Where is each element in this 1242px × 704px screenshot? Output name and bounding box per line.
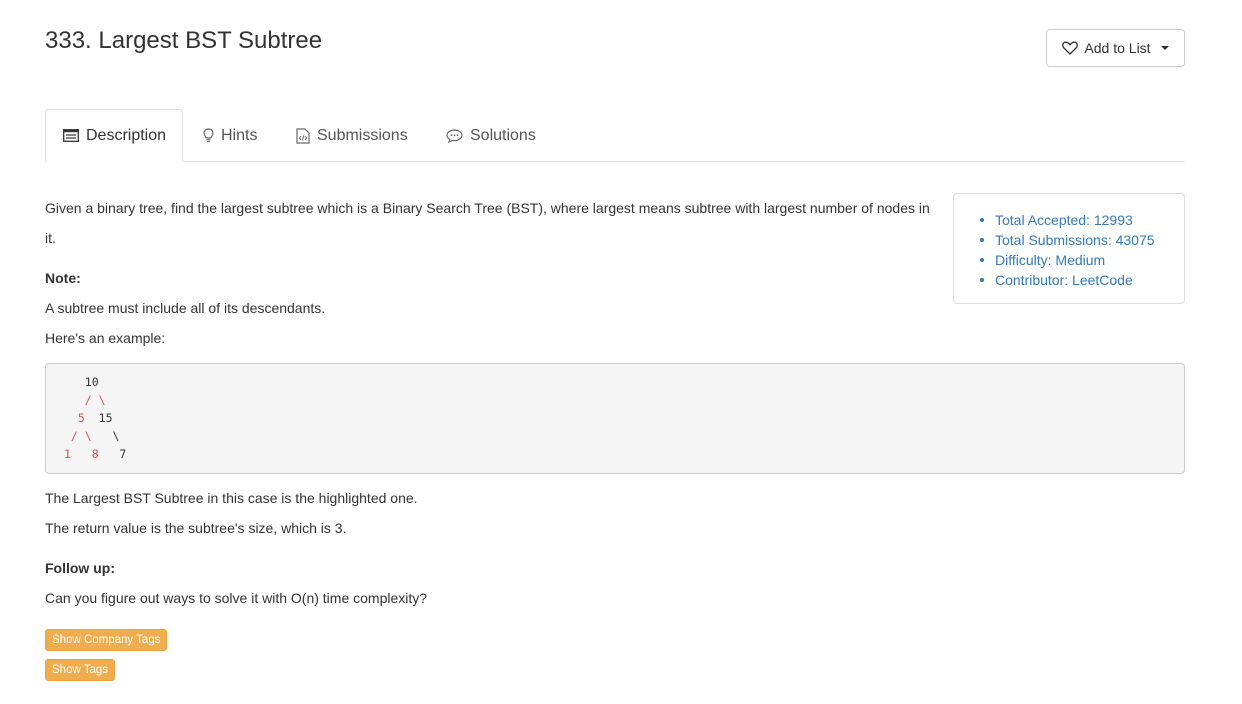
show-tags-button[interactable]: Show Tags — [45, 659, 116, 681]
intro-line-1: Given a binary tree, find the largest su… — [45, 200, 930, 216]
tree-line: / \ \ — [64, 427, 1184, 445]
show-company-tags-button[interactable]: Show Company Tags — [45, 629, 168, 651]
problem-followup: The Largest BST Subtree in this case is … — [45, 483, 945, 613]
tree-text: 7 — [98, 447, 127, 461]
tree-line: 10 — [64, 375, 99, 389]
lightbulb-icon — [203, 128, 214, 143]
tab-label: Solutions — [470, 126, 536, 144]
tree-text: \ — [91, 429, 120, 443]
list-icon — [63, 129, 79, 142]
tree-line: 1 8 7 — [64, 445, 1184, 463]
example-tree-code: 10 / \ 5 15 / \ \ 1 8 7 — [45, 363, 1185, 474]
stats-panel: Total Accepted: 12993 Total Submissions:… — [953, 193, 1185, 304]
tree-line: 5 15 — [64, 409, 1184, 427]
total-submissions: Total Submissions: 43075 — [978, 230, 1184, 250]
tab-label: Description — [86, 126, 167, 144]
tab-description[interactable]: Description — [45, 109, 183, 162]
tree-text: 15 — [84, 411, 113, 425]
chat-bubble-icon — [446, 128, 463, 143]
tree-node-highlight: 8 — [70, 447, 99, 461]
add-to-list-button[interactable]: Add to List — [1046, 29, 1185, 67]
difficulty: Difficulty: Medium — [978, 250, 1184, 270]
followup-label: Follow up: — [45, 560, 115, 576]
note-label: Note: — [45, 270, 81, 286]
heart-icon — [1062, 41, 1079, 55]
contributor: Contributor: LeetCode — [978, 270, 1184, 290]
intro-line-2: it. — [45, 230, 56, 246]
tab-hints[interactable]: Hints — [186, 109, 274, 162]
result-line-2: The return value is the subtree's size, … — [45, 520, 347, 536]
tab-label: Submissions — [317, 126, 408, 144]
page-title: 333. Largest BST Subtree — [45, 27, 323, 54]
note-text: A subtree must include all of its descen… — [45, 300, 326, 316]
result-line-1: The Largest BST Subtree in this case is … — [45, 490, 418, 506]
tab-bar: Description Hints Submissions Solutions — [45, 109, 1185, 162]
add-to-list-label: Add to List — [1084, 40, 1151, 56]
followup-text: Can you figure out ways to solve it with… — [45, 590, 428, 606]
tab-solutions[interactable]: Solutions — [429, 109, 553, 162]
example-label: Here's an example: — [45, 330, 166, 346]
total-accepted: Total Accepted: 12993 — [978, 210, 1184, 230]
tree-node-highlight: 5 — [77, 411, 85, 425]
tree-line: / \ — [64, 393, 106, 407]
tab-label: Hints — [221, 126, 258, 144]
tab-submissions[interactable]: Submissions — [279, 109, 425, 162]
tree-node-highlight: 1 — [64, 447, 71, 461]
caret-down-icon — [1160, 46, 1169, 50]
code-file-icon — [296, 127, 310, 144]
tree-text — [64, 411, 78, 425]
tree-edge-highlight: / \ — [64, 429, 92, 443]
problem-description: Given a binary tree, find the largest su… — [45, 193, 935, 353]
